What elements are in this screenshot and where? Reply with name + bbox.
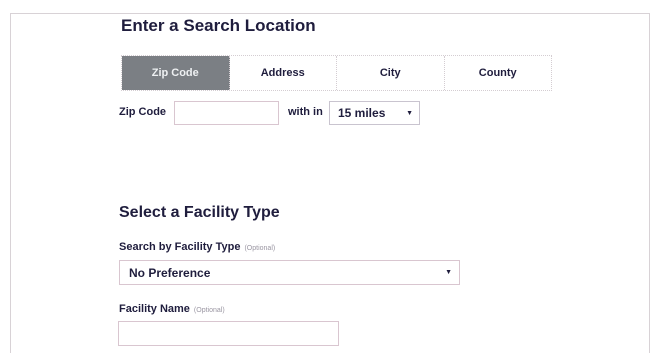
location-type-tabs: Zip Code Address City County bbox=[121, 55, 552, 91]
facility-name-label: Facility Name (Optional) bbox=[119, 303, 225, 315]
facility-type-heading: Select a Facility Type bbox=[119, 204, 280, 221]
facility-type-optional-hint: (Optional) bbox=[244, 245, 276, 252]
tab-city[interactable]: City bbox=[337, 56, 445, 90]
radius-select[interactable]: 15 miles ▼ bbox=[329, 101, 420, 125]
facility-type-select[interactable]: No Preference ▼ bbox=[119, 260, 460, 285]
tab-zip-code[interactable]: Zip Code bbox=[122, 56, 230, 90]
zip-code-label: Zip Code bbox=[119, 106, 167, 118]
search-panel: Enter a Search Location Zip Code Address… bbox=[10, 13, 650, 353]
zip-code-input[interactable] bbox=[174, 101, 279, 125]
radius-selected-value: 15 miles bbox=[338, 106, 386, 120]
facility-type-label-text: Search by Facility Type bbox=[119, 241, 241, 253]
search-location-heading: Enter a Search Location bbox=[121, 16, 316, 35]
caret-down-icon: ▼ bbox=[445, 269, 452, 276]
tab-county[interactable]: County bbox=[445, 56, 552, 90]
facility-name-label-text: Facility Name bbox=[119, 303, 190, 315]
within-label: with in bbox=[288, 106, 323, 118]
facility-name-optional-hint: (Optional) bbox=[193, 307, 225, 314]
caret-down-icon: ▼ bbox=[406, 109, 413, 117]
tab-address[interactable]: Address bbox=[230, 56, 337, 90]
facility-type-selected-value: No Preference bbox=[129, 265, 211, 280]
facility-type-label: Search by Facility Type (Optional) bbox=[119, 241, 275, 253]
facility-name-input[interactable] bbox=[118, 321, 339, 346]
